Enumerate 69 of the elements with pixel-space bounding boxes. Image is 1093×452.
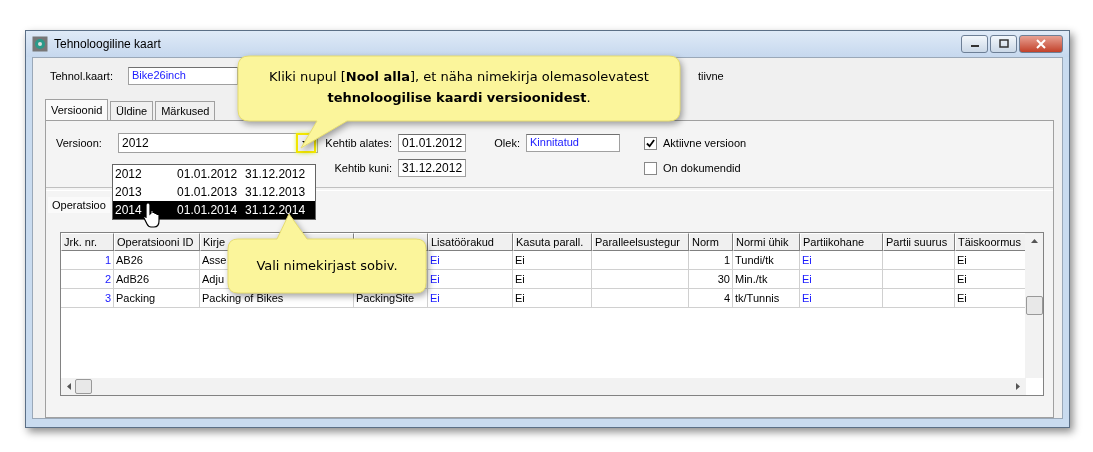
field-label: Kehtib alates: bbox=[324, 137, 393, 149]
column-header[interactable]: Norm bbox=[689, 233, 733, 251]
scroll-left-icon[interactable] bbox=[67, 383, 71, 390]
window-title: Tehnoloogiline kaart bbox=[54, 37, 161, 51]
date-field[interactable]: 01.01.2012 bbox=[398, 134, 466, 152]
callout-text: Kliki nupul [Nool alla], et näha nimekirja olemasolevatest tehnoloogilise kaardi versioonidest. bbox=[268, 68, 650, 107]
column-header[interactable]: Partii suurus bbox=[883, 233, 955, 251]
field-label: Tehnol.kaart: bbox=[50, 70, 114, 82]
card-field[interactable]: Bike26inch bbox=[128, 67, 238, 85]
table-cell: AB26 bbox=[114, 251, 200, 270]
column-header[interactable]: Paralleelsustegur bbox=[592, 233, 689, 251]
table-cell: Ei bbox=[428, 289, 513, 308]
checkmark-icon bbox=[646, 138, 655, 148]
field-label: Versioon: bbox=[56, 137, 103, 149]
tab[interactable]: Üldine bbox=[110, 101, 154, 120]
scroll-right-icon[interactable] bbox=[1016, 383, 1020, 390]
table-cell: AdB26 bbox=[114, 270, 200, 289]
table-cell: Min./tk bbox=[733, 270, 800, 289]
column-header[interactable]: Operatsiooni ID bbox=[114, 233, 200, 251]
checkbox[interactable]: Aktiivne versioon bbox=[644, 136, 782, 150]
maximize-icon bbox=[997, 39, 1010, 49]
tab[interactable]: Märkused bbox=[155, 101, 216, 120]
table-cell bbox=[883, 289, 955, 308]
table-cell: Ei bbox=[800, 270, 883, 289]
table-cell: Ei bbox=[800, 251, 883, 270]
dropdown-option[interactable]: 2014 01.01.2014 31.12.2014 bbox=[113, 201, 315, 219]
maximize-button[interactable] bbox=[990, 35, 1017, 53]
table-cell bbox=[883, 251, 955, 270]
version-combo-box[interactable]: 2012 bbox=[118, 133, 318, 153]
table-cell: 3 bbox=[61, 289, 114, 308]
status-field[interactable]: Kinnitatud bbox=[526, 134, 620, 152]
table-cell: 30 bbox=[689, 270, 733, 289]
table-cell bbox=[883, 270, 955, 289]
column-header[interactable]: Partiikohane bbox=[800, 233, 883, 251]
column-header[interactable]: Normi ühik bbox=[733, 233, 800, 251]
table-cell: Ei bbox=[513, 251, 592, 270]
checkbox[interactable]: On dokumendid bbox=[644, 161, 782, 175]
table-cell: Packing bbox=[114, 289, 200, 308]
table-cell: 4 bbox=[689, 289, 733, 308]
close-button[interactable] bbox=[1019, 35, 1063, 53]
field-label: Kehtib kuni: bbox=[333, 162, 393, 174]
dropdown-option[interactable]: 2013 01.01.2013 31.12.2013 bbox=[113, 183, 315, 201]
scroll-thumb[interactable] bbox=[75, 379, 92, 394]
table-cell: Ei bbox=[428, 251, 513, 270]
scroll-thumb[interactable] bbox=[1025, 296, 1043, 315]
tab[interactable]: Versioonid bbox=[45, 99, 108, 120]
table-cell: tk/Tunnis bbox=[733, 289, 800, 308]
minimize-button[interactable] bbox=[961, 35, 988, 53]
horizontal-scrollbar[interactable] bbox=[61, 378, 1026, 395]
table-cell: 1 bbox=[61, 251, 114, 270]
close-icon bbox=[1035, 39, 1047, 49]
field-label: tiivne bbox=[698, 70, 724, 82]
column-header[interactable]: Kasuta parall. bbox=[513, 233, 592, 251]
table-cell: Ei bbox=[513, 289, 592, 308]
dropdown-option[interactable]: 2012 01.01.2012 31.12.2012 bbox=[113, 165, 315, 183]
table-cell: Ei bbox=[428, 270, 513, 289]
table-cell: 2 bbox=[61, 270, 114, 289]
date-field[interactable]: 31.12.2012 bbox=[398, 159, 466, 177]
subtab[interactable]: Operatsioo bbox=[48, 197, 110, 213]
scroll-up-icon[interactable] bbox=[1030, 239, 1038, 243]
table-cell: Ei bbox=[800, 289, 883, 308]
field-label: Olek: bbox=[493, 137, 521, 149]
table-cell: Ei bbox=[513, 270, 592, 289]
column-header[interactable]: Täiskoormus bbox=[955, 233, 1026, 251]
vertical-scrollbar[interactable] bbox=[1025, 233, 1043, 378]
table-cell: Tundi/tk bbox=[733, 251, 800, 270]
column-header[interactable]: Lisatöörakud bbox=[428, 233, 513, 251]
column-header[interactable]: Jrk. nr. bbox=[61, 233, 114, 251]
table-cell: 1 bbox=[689, 251, 733, 270]
